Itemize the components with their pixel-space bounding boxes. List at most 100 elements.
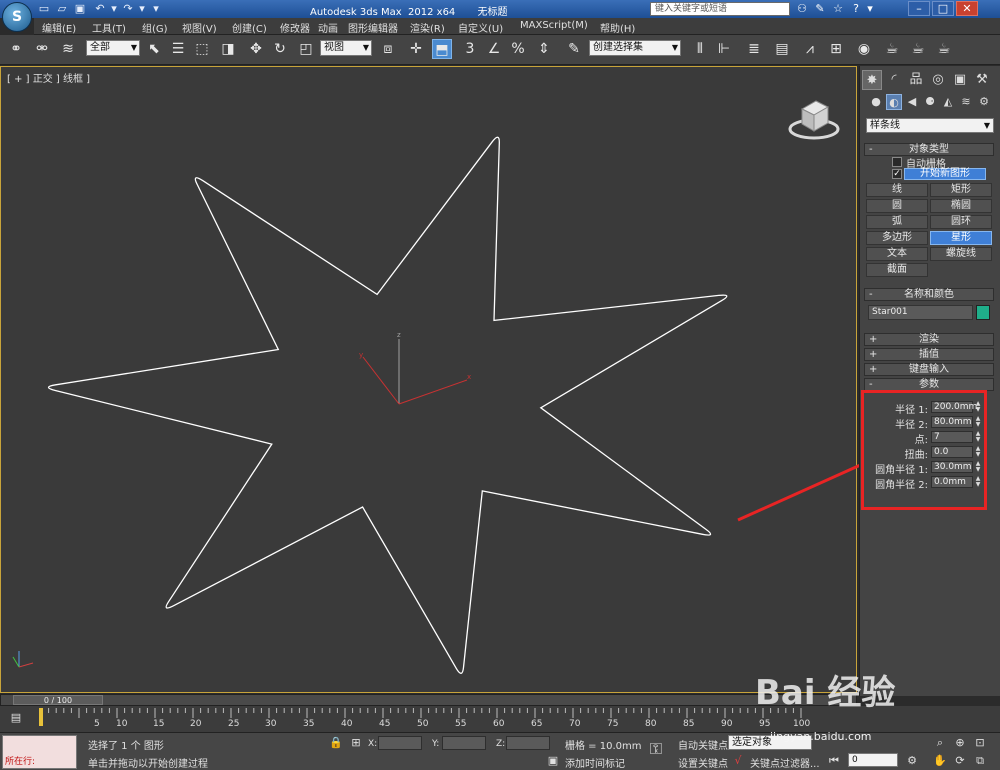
menu-tools[interactable]: 工具(T) (92, 20, 126, 35)
rectangle-button[interactable]: 矩形 (930, 183, 992, 197)
unlink-icon[interactable]: ⚮ (32, 39, 52, 59)
menu-group[interactable]: 组(G) (142, 20, 168, 35)
search-input[interactable]: 键入关键字或短语 (650, 2, 790, 16)
key-icon[interactable]: ⚿ (648, 741, 664, 757)
menu-modifiers[interactable]: 修改器 (280, 20, 310, 35)
undo-dropdown-icon[interactable]: ▾ (108, 3, 120, 15)
viewcube[interactable] (786, 91, 842, 141)
snaps-toggle-icon[interactable]: 3 (460, 39, 480, 59)
add-time-tag-button[interactable]: 添加时间标记 (565, 755, 625, 770)
percent-snap-icon[interactable]: % (508, 39, 528, 59)
menu-rendering[interactable]: 渲染(R) (410, 20, 445, 35)
pan-icon[interactable]: ✋ (932, 753, 948, 769)
quick-access-menu-icon[interactable]: ▾ (150, 3, 162, 15)
spinner-snap-icon[interactable]: ⇕ (534, 39, 554, 59)
default-tangent-icon[interactable]: √ (730, 753, 746, 769)
start-new-shape-button[interactable]: 开始新图形 (904, 168, 986, 180)
maximize-viewport-icon[interactable]: ⧉ (972, 753, 988, 769)
orbit-icon[interactable]: ⟳ (952, 753, 968, 769)
open-file-icon[interactable]: ▱ (56, 3, 68, 15)
maximize-button[interactable]: □ (932, 1, 954, 16)
menu-edit[interactable]: 编辑(E) (42, 20, 76, 35)
y-coordinate-field[interactable] (442, 736, 486, 750)
named-selection-dropdown[interactable]: 创建选择集 ▼ (589, 40, 681, 56)
x-coordinate-field[interactable] (378, 736, 422, 750)
z-coordinate-field[interactable] (506, 736, 550, 750)
select-object-icon[interactable]: ⬉ (144, 39, 164, 59)
time-slider-thumb[interactable]: 0 / 100 (13, 695, 103, 705)
viewport-front[interactable]: [ + ] 正交 ] 线框 ] x y z (0, 66, 857, 693)
new-file-icon[interactable]: ▭ (38, 3, 50, 15)
mirror-icon[interactable]: ⫴ (690, 39, 710, 59)
motion-tab-icon[interactable]: ◎ (928, 70, 948, 90)
link-icon[interactable]: ⚭ (6, 39, 26, 59)
modify-tab-icon[interactable]: ◜ (884, 70, 904, 90)
go-to-start-icon[interactable]: ⏮ (826, 753, 842, 769)
current-frame-field[interactable]: 0 (848, 753, 898, 767)
selection-filter-dropdown[interactable]: 全部 ▼ (86, 40, 140, 56)
close-button[interactable]: ✕ (956, 1, 978, 16)
arc-button[interactable]: 弧 (866, 215, 928, 229)
name-color-rollout[interactable]: - 名称和颜色 (864, 288, 994, 301)
zoom-icon[interactable]: ⌕ (932, 735, 948, 751)
menu-create[interactable]: 创建(C) (232, 20, 267, 35)
helpers-icon[interactable]: ◭ (940, 94, 956, 110)
text-button[interactable]: 文本 (866, 247, 928, 261)
edit-named-selection-icon[interactable]: ✎ (564, 39, 584, 59)
menu-maxscript[interactable]: MAXScript(M) (520, 20, 588, 31)
zoom-extents-icon[interactable]: ⊡ (972, 735, 988, 751)
bind-space-warp-icon[interactable]: ≋ (58, 39, 78, 59)
time-tag-icon[interactable]: ▣ (545, 753, 561, 769)
key-filters-button[interactable]: 关键点过滤器... (750, 755, 820, 770)
menu-view[interactable]: 视图(V) (182, 20, 217, 35)
display-tab-icon[interactable]: ▣ (950, 70, 970, 90)
help-icon[interactable]: ? (849, 2, 863, 16)
render-setup-icon[interactable]: ☕ (882, 39, 902, 59)
undo-icon[interactable]: ↶ (94, 3, 106, 15)
keyboard-entry-rollout[interactable]: + 键盘输入 (864, 363, 994, 376)
keyboard-shortcut-override-icon[interactable]: ⬒ (432, 39, 452, 59)
reference-coordinate-dropdown[interactable]: 视图 ▼ (320, 40, 372, 56)
redo-dropdown-icon[interactable]: ▾ (136, 3, 148, 15)
graphite-tools-icon[interactable]: ▤ (772, 39, 792, 59)
menu-help[interactable]: 帮助(H) (600, 20, 635, 35)
absolute-mode-icon[interactable]: ⊞ (348, 735, 364, 751)
window-crossing-icon[interactable]: ◨ (218, 39, 238, 59)
binoculars-icon[interactable]: ⚇ (795, 2, 809, 16)
app-logo[interactable]: S (2, 2, 32, 32)
lock-selection-icon[interactable]: 🔒 (328, 735, 344, 751)
rectangular-selection-icon[interactable]: ⬚ (192, 39, 212, 59)
render-production-icon[interactable]: ☕ (934, 39, 954, 59)
material-editor-icon[interactable]: ◉ (854, 39, 874, 59)
maxscript-listener[interactable]: 所在行: (2, 735, 77, 769)
create-tab-icon[interactable]: ✸ (862, 70, 882, 90)
auto-grid-checkbox[interactable] (892, 157, 902, 167)
ellipse-button[interactable]: 椭圆 (930, 199, 992, 213)
object-name-field[interactable]: Star001 (868, 305, 973, 320)
circle-button[interactable]: 圆 (866, 199, 928, 213)
curve-editor-icon[interactable]: ⩘ (800, 39, 820, 59)
cameras-icon[interactable]: ⚈ (922, 94, 938, 110)
lights-icon[interactable]: ◀ (904, 94, 920, 110)
layer-manager-icon[interactable]: ≣ (744, 39, 764, 59)
zoom-all-icon[interactable]: ⊕ (952, 735, 968, 751)
save-file-icon[interactable]: ▣ (74, 3, 86, 15)
move-icon[interactable]: ✥ (246, 39, 266, 59)
auto-key-button[interactable]: 自动关键点 (678, 737, 728, 752)
donut-button[interactable]: 圆环 (930, 215, 992, 229)
align-icon[interactable]: ⊩ (714, 39, 734, 59)
minimize-button[interactable]: – (908, 1, 930, 16)
scale-icon[interactable]: ◰ (296, 39, 316, 59)
geometry-icon[interactable]: ● (868, 94, 884, 110)
menu-graph-editors[interactable]: 图形编辑器 (348, 20, 398, 35)
interpolation-rollout[interactable]: + 插值 (864, 348, 994, 361)
line-button[interactable]: 线 (866, 183, 928, 197)
rendering-rollout[interactable]: + 渲染 (864, 333, 994, 346)
angle-snap-icon[interactable]: ∠ (484, 39, 504, 59)
rotate-icon[interactable]: ↻ (270, 39, 290, 59)
pivot-point-icon[interactable]: ⧈ (378, 39, 398, 59)
time-config-icon[interactable]: ⚙ (904, 753, 920, 769)
section-button[interactable]: 截面 (866, 263, 928, 277)
rendered-frame-window-icon[interactable]: ☕ (908, 39, 928, 59)
object-color-swatch[interactable] (976, 305, 990, 320)
